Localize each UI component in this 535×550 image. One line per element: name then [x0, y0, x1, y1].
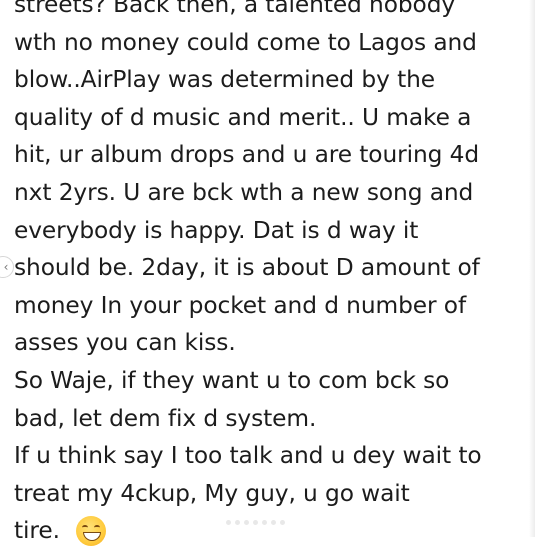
caption-line: nxt 2yrs. U are bck wth a new song and [14, 178, 474, 206]
caption-line: quality of d music and merit.. U make a [14, 103, 472, 131]
carousel-dot[interactable] [253, 520, 258, 525]
carousel-dot[interactable] [262, 520, 267, 525]
caption-line-text: tire. [14, 517, 60, 545]
caption-line-last: tire. [14, 512, 529, 550]
post-caption: streets? Back then, a talented nobody wt… [14, 0, 529, 550]
caption-line: everybody is happy. Dat is d way it [14, 216, 419, 244]
caption-line: If u think say I too talk and u dey wait… [14, 442, 482, 470]
caption-line: should be. 2day, it is about D amount of [14, 254, 480, 282]
caption-line: bad, let dem fix d system. [14, 404, 317, 432]
caption-line: wth no money could come to Lagos and [14, 28, 477, 56]
carousel-prev-button[interactable]: ‹ [0, 256, 14, 278]
caption-line: So Waje, if they want u to com bck so [14, 366, 450, 394]
carousel-dot[interactable] [244, 520, 249, 525]
caption-line: asses you can kiss. [14, 329, 236, 357]
grinning-face-emoji [75, 516, 106, 547]
caption-line: blow..AirPlay was determined by the [14, 66, 436, 94]
carousel-dots [226, 520, 285, 525]
caption-line: money In your pocket and d number of [14, 291, 467, 319]
caption-line: treat my 4ckup, My guy, u go wait [14, 479, 410, 507]
right-edge-shadow [529, 0, 535, 537]
caption-line: hit, ur album drops and u are touring 4d [14, 141, 480, 169]
carousel-dot[interactable] [271, 520, 276, 525]
chevron-left-icon: ‹ [3, 260, 9, 274]
carousel-dot[interactable] [235, 520, 240, 525]
caption-line: streets? Back then, a talented nobody [14, 0, 456, 18]
carousel-dot[interactable] [280, 520, 285, 525]
carousel-dot[interactable] [226, 520, 231, 525]
